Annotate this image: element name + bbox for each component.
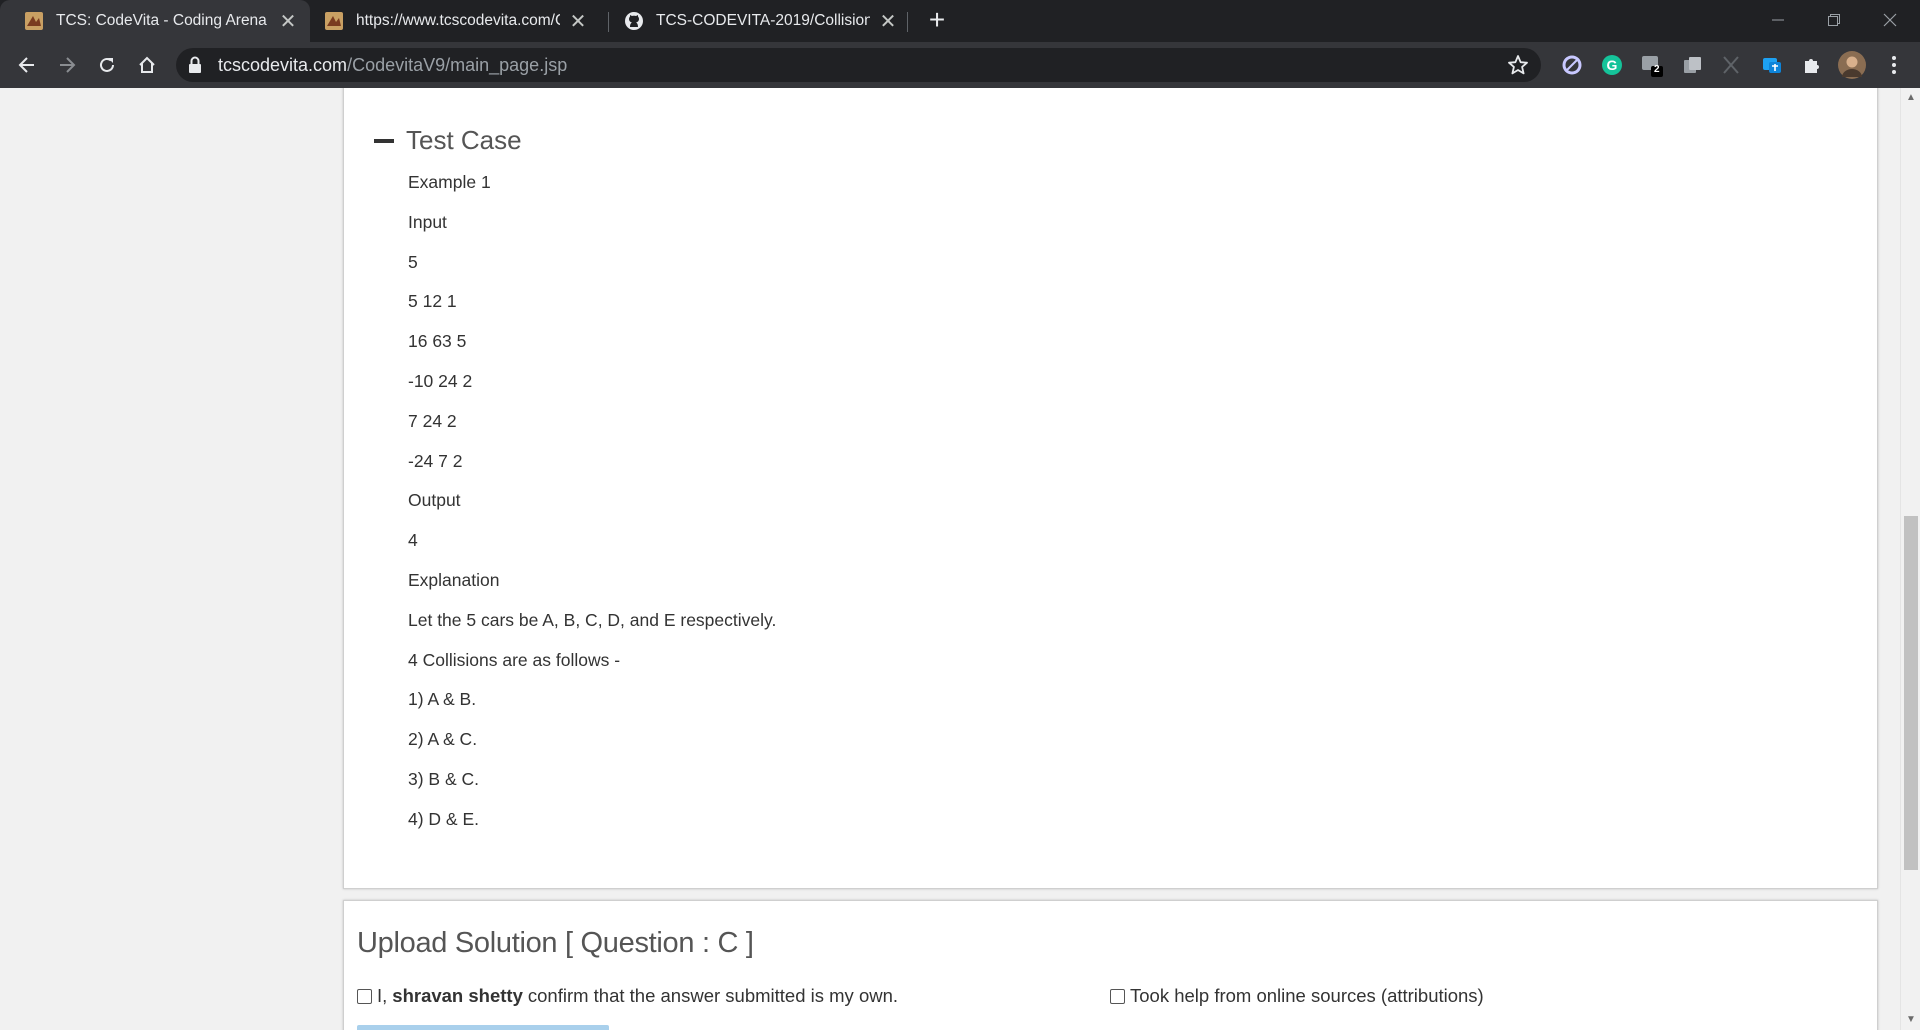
- test-case-header[interactable]: Test Case: [374, 125, 522, 156]
- page-scrollbar[interactable]: ▲ ▼: [1900, 88, 1920, 1030]
- test-case-line: 4) D & E.: [408, 808, 479, 829]
- own-answer-confirmation: I, shravan shetty confirm that the answe…: [357, 985, 898, 1007]
- test-case-line: 7 24 2: [408, 410, 457, 431]
- tab-codevita-arena[interactable]: TCS: CodeVita - Coding Arena ✕: [0, 0, 310, 42]
- tab-github[interactable]: TCS-CODEVITA-2019/Collision_C ✕: [600, 0, 910, 42]
- profile-avatar[interactable]: [1838, 51, 1866, 79]
- online-help-checkbox[interactable]: [1110, 988, 1125, 1004]
- address-bar[interactable]: tcscodevita.com/CodevitaV9/main_page.jsp: [176, 48, 1541, 82]
- collapse-minus-icon[interactable]: [374, 138, 394, 143]
- confirm-suffix: confirm that the answer submitted is my …: [527, 985, 899, 1006]
- close-tab-icon[interactable]: ✕: [276, 9, 300, 33]
- upload-solution-title: Upload Solution [ Question : C ]: [357, 927, 754, 959]
- test-case-line: Explanation: [408, 569, 500, 590]
- home-icon[interactable]: [131, 49, 163, 81]
- page-viewport: Test Case Example 1 Input 5 5 12 1 16 63…: [0, 88, 1900, 1030]
- test-case-line: 16 63 5: [408, 331, 467, 352]
- upload-solution-panel: Upload Solution [ Question : C ] I, shra…: [343, 900, 1878, 1030]
- codevita-favicon-icon: [325, 12, 343, 30]
- test-case-line: -24 7 2: [408, 450, 463, 471]
- test-case-line: -10 24 2: [408, 370, 473, 391]
- extension-x-icon[interactable]: [1719, 53, 1743, 77]
- extension-badge-icon[interactable]: 2: [1640, 53, 1664, 77]
- back-icon[interactable]: [11, 49, 43, 81]
- own-answer-checkbox[interactable]: [357, 988, 372, 1004]
- scroll-down-arrow-icon[interactable]: ▼: [1906, 1015, 1916, 1025]
- close-window-icon[interactable]: [1862, 0, 1918, 40]
- test-case-line: 4: [408, 530, 418, 551]
- forward-icon[interactable]: [51, 49, 83, 81]
- grammarly-icon[interactable]: G: [1600, 53, 1624, 77]
- scroll-thumb[interactable]: [1904, 516, 1918, 870]
- browser-toolbar: tcscodevita.com/CodevitaV9/main_page.jsp…: [0, 42, 1920, 88]
- online-help-confirmation: Took help from online sources (attributi…: [1110, 985, 1484, 1007]
- tab-strip: TCS: CodeVita - Coding Arena ✕ https://w…: [0, 0, 1920, 42]
- restore-window-icon[interactable]: [1806, 0, 1862, 40]
- new-tab-button[interactable]: +: [922, 6, 952, 36]
- user-name: shravan shetty: [392, 985, 523, 1006]
- codevita-favicon-icon: [25, 12, 43, 30]
- minimize-window-icon[interactable]: [1750, 0, 1806, 40]
- extension-copy-icon[interactable]: [1680, 53, 1704, 77]
- extension-blocker-icon[interactable]: [1560, 53, 1584, 77]
- test-case-line: 5 12 1: [408, 291, 457, 312]
- close-tab-icon[interactable]: ✕: [876, 9, 900, 33]
- github-icon: [625, 12, 643, 30]
- test-case-line: 5: [408, 251, 418, 272]
- extension-translate-icon[interactable]: [1760, 53, 1784, 77]
- url-path: /CodevitaV9/main_page.jsp: [347, 55, 568, 75]
- test-case-line: 1) A & B.: [408, 689, 477, 710]
- reload-icon[interactable]: [91, 49, 123, 81]
- test-case-line: 2) A & C.: [408, 729, 478, 750]
- test-case-line: 4 Collisions are as follows -: [408, 649, 621, 670]
- url-host: tcscodevita.com: [218, 55, 348, 75]
- test-case-line: Example 1: [408, 172, 491, 192]
- test-case-content: Example 1 Input 5 5 12 1 16 63 5 -10 24 …: [408, 171, 776, 848]
- bookmark-star-icon[interactable]: [1507, 54, 1529, 76]
- test-case-line: 3) B & C.: [408, 768, 479, 789]
- test-case-panel: Test Case Example 1 Input 5 5 12 1 16 63…: [343, 88, 1878, 889]
- test-case-line: Let the 5 cars be A, B, C, D, and E resp…: [408, 609, 777, 630]
- svg-text:G: G: [1607, 57, 1618, 73]
- extension-badge-count: 2: [1654, 64, 1660, 75]
- lock-icon: [189, 56, 201, 73]
- online-help-label: Took help from online sources (attributi…: [1130, 985, 1484, 1006]
- test-case-line: Output: [408, 490, 461, 511]
- extensions-puzzle-icon[interactable]: [1800, 53, 1824, 77]
- tab-title: TCS: CodeVita - Coding Arena: [56, 12, 267, 29]
- upload-file-button[interactable]: [357, 1025, 609, 1030]
- confirm-prefix: I,: [377, 985, 388, 1006]
- url-text: tcscodevita.com/CodevitaV9/main_page.jsp: [218, 55, 567, 76]
- tab-separator: [907, 12, 908, 32]
- tab-title: TCS-CODEVITA-2019/Collision_C: [656, 12, 870, 29]
- close-tab-icon[interactable]: ✕: [566, 9, 590, 33]
- scroll-up-arrow-icon[interactable]: ▲: [1906, 93, 1916, 103]
- tab-title: https://www.tcscodevita.com/Co: [356, 12, 560, 29]
- browser-menu-icon[interactable]: [1882, 53, 1906, 77]
- test-case-line: Input: [408, 211, 447, 232]
- test-case-title: Test Case: [406, 125, 522, 155]
- tab-codevita-url[interactable]: https://www.tcscodevita.com/Co ✕: [300, 0, 600, 42]
